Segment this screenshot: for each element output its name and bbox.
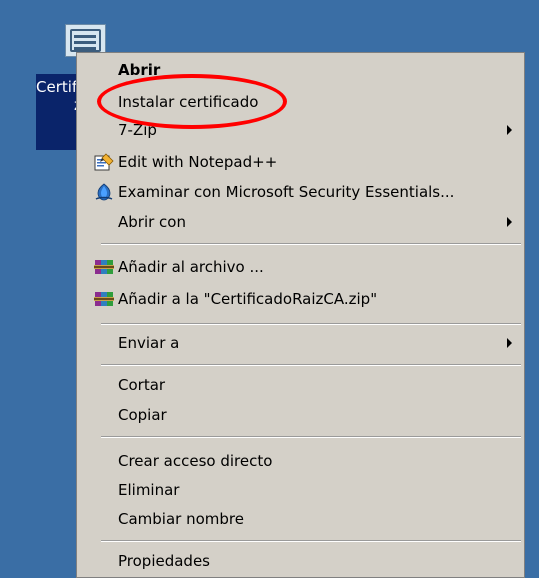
menu-item-anadir-archivo[interactable]: Añadir al archivo ... [77,253,524,281]
menu-separator [101,364,521,366]
menu-item-label: Eliminar [118,481,180,499]
menu-item-label: Examinar con Microsoft Security Essentia… [118,183,455,201]
menu-item-cambiar-nombre[interactable]: Cambiar nombre [77,505,524,533]
menu-separator [101,323,521,325]
menu-separator [101,540,521,542]
winrar-icon [94,292,114,306]
menu-item-label: Enviar a [118,334,180,352]
menu-item-propiedades[interactable]: Propiedades [77,547,524,575]
submenu-arrow-icon [507,125,512,135]
menu-item-eliminar[interactable]: Eliminar [77,476,524,504]
menu-item-label: Cortar [118,376,166,394]
menu-item-label: Propiedades [118,552,210,570]
winrar-icon [94,260,114,274]
menu-item-anadir-zip[interactable]: Añadir a la "CertificadoRaizCA.zip" [77,285,524,313]
menu-item-label: Copiar [118,406,167,424]
context-menu: Abrir Instalar certificado 7-Zip Edit wi… [76,52,525,578]
menu-item-label: Añadir al archivo ... [118,258,264,276]
menu-item-abrir-con[interactable]: Abrir con [77,208,524,236]
red-highlight-annotation [97,74,287,129]
desktop: Certifi z Abrir Instalar certificado 7-Z… [0,0,539,578]
menu-item-label: Abrir con [118,213,186,231]
notepadpp-icon [94,153,114,171]
menu-item-crear-acceso-directo[interactable]: Crear acceso directo [77,447,524,475]
menu-item-cortar[interactable]: Cortar [77,371,524,399]
menu-item-label: Añadir a la "CertificadoRaizCA.zip" [118,290,378,308]
submenu-arrow-icon [507,217,512,227]
menu-separator [101,243,521,245]
menu-item-copiar[interactable]: Copiar [77,401,524,429]
menu-separator [101,436,521,438]
menu-item-label: Edit with Notepad++ [118,153,278,171]
menu-item-label: Cambiar nombre [118,510,244,528]
menu-item-enviar-a[interactable]: Enviar a [77,329,524,357]
menu-item-edit-notepadpp[interactable]: Edit with Notepad++ [77,148,524,176]
submenu-arrow-icon [507,338,512,348]
menu-item-examinar-mse[interactable]: Examinar con Microsoft Security Essentia… [77,178,524,206]
menu-item-label: Crear acceso directo [118,452,273,470]
security-essentials-icon [95,183,113,201]
